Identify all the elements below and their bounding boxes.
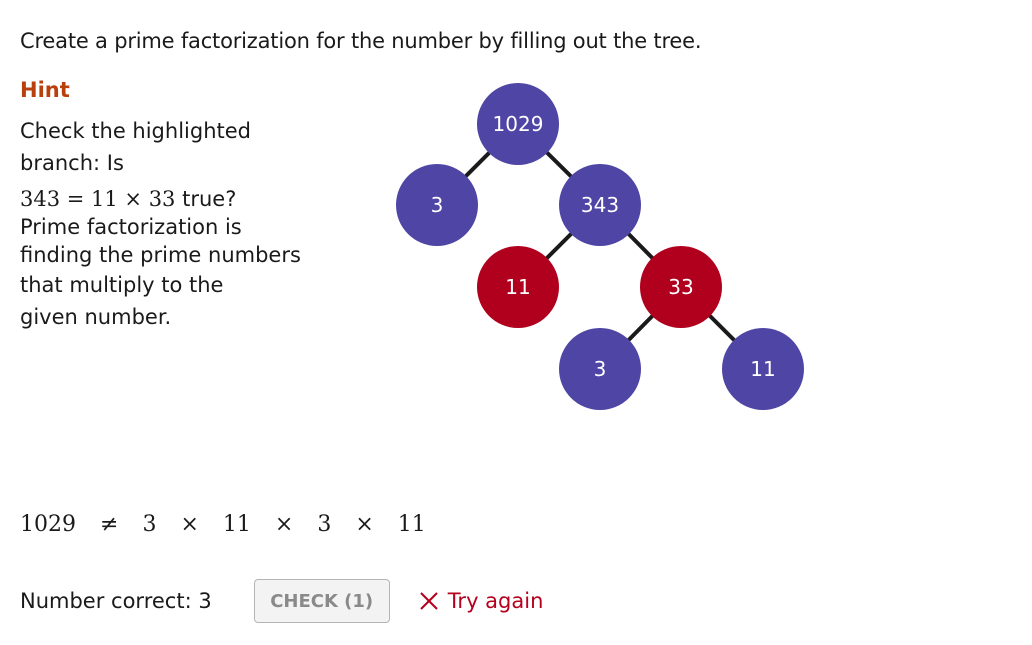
equation-term: 3 [142,512,157,537]
node-value: 3 [431,193,444,217]
node-value: 33 [668,275,693,299]
factor-tree: 10293 34311 333 11 [396,83,804,410]
footer: Number correct: 3 CHECK (1) Try again [20,578,543,624]
equation-operator: × [355,512,374,537]
equation-lhs: 1029 [20,512,76,537]
factorization-equation: 1029 ≠ 3 × 11 × 3 × 11 [20,512,450,537]
score-label: Number correct: 3 [20,589,212,613]
tree-node-l2-left[interactable]: 11 [477,246,559,328]
tree-node-l2-right[interactable]: 33 [640,246,722,328]
x-icon [419,592,438,610]
node-value: 343 [581,193,619,217]
tree-node-l3-left[interactable]: 3 [559,328,641,410]
equation-term: 11 [222,512,251,537]
equation-term: 3 [317,512,332,537]
tree-node-l3-right[interactable]: 11 [722,328,804,410]
equation-relation: ≠ [100,512,119,537]
equation-operator: × [274,512,294,537]
tree-node-root[interactable]: 1029 [477,83,559,165]
node-value: 11 [505,275,530,299]
tree-node-l1-right[interactable]: 343 [559,164,641,246]
node-value: 3 [594,357,607,381]
check-button[interactable]: CHECK (1) [253,579,390,623]
node-value: 1029 [493,112,544,136]
feedback-message: Try again [418,589,544,613]
tree-nodes: 10293 34311 333 11 [396,83,804,410]
equation-term: 11 [397,512,426,537]
equation-operator: × [180,512,199,537]
tree-node-l1-left[interactable]: 3 [396,164,478,246]
node-value: 11 [750,357,775,381]
feedback-text: Try again [447,589,544,613]
